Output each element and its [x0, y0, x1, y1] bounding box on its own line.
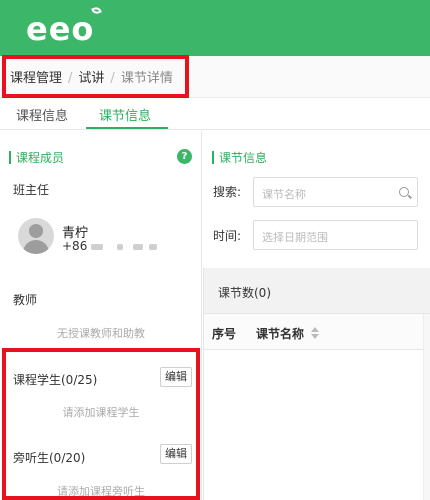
date-range-input[interactable]: 选择日期范围 — [253, 220, 418, 250]
column-index: 序号 — [212, 327, 237, 341]
top-header-bar: eeo — [0, 0, 430, 56]
students-label: 课程学生(0/25) — [13, 373, 98, 387]
search-icon[interactable] — [399, 187, 409, 197]
date-range-placeholder: 选择日期范围 — [262, 231, 328, 244]
students-empty-text: 请添加课程学生 — [62, 406, 140, 419]
auditors-empty-text: 请添加课程旁听生 — [57, 485, 145, 498]
breadcrumb-separator: / — [68, 71, 73, 86]
lesson-list: 课节数(0) 序号 课节名称 — [203, 268, 430, 500]
breadcrumb-item-lesson-detail: 课节详情 — [120, 71, 173, 86]
lesson-section-title: 课节信息 — [211, 151, 268, 165]
course-members-panel: 课程成员 ? 班主任 青柠 +86 教师 无授课教师和助教 课程学生(0/25)… — [0, 131, 202, 500]
active-tab-indicator — [86, 127, 168, 129]
teachers-label: 教师 — [13, 293, 38, 307]
tab-bar: 课程信息 课节信息 — [0, 98, 430, 130]
avatar — [18, 218, 54, 254]
search-placeholder: 课节名称 — [262, 188, 306, 201]
tab-course-info[interactable]: 课程信息 — [16, 105, 68, 124]
edit-students-button[interactable]: 编辑 — [160, 367, 192, 387]
head-teacher-phone: +86 — [62, 239, 158, 253]
divider — [6, 349, 196, 350]
eeo-logo[interactable]: eeo — [26, 5, 103, 48]
lesson-info-panel: 课节信息 搜索: 课节名称 时间: 选择日期范围 课节数(0) 序号 课节名称 — [203, 131, 430, 500]
sort-icon[interactable] — [311, 327, 319, 339]
members-section-title: 课程成员 — [8, 151, 65, 165]
lesson-count: 课节数(0) — [218, 286, 271, 300]
search-label: 搜索: — [213, 185, 242, 199]
breadcrumb-item-trial[interactable]: 试讲 — [78, 71, 104, 86]
table-header-row: 序号 课节名称 — [204, 314, 430, 350]
search-input[interactable]: 课节名称 — [253, 177, 418, 207]
head-teacher-label: 班主任 — [13, 183, 50, 197]
column-lesson-name[interactable]: 课节名称 — [256, 325, 304, 342]
time-label: 时间: — [213, 229, 242, 243]
breadcrumb-item-course-management[interactable]: 课程管理 — [10, 71, 62, 86]
edit-auditors-button[interactable]: 编辑 — [160, 444, 192, 464]
logo-text: eeo — [26, 10, 95, 48]
tab-lesson-info[interactable]: 课节信息 — [99, 105, 151, 124]
lesson-list-header: 课节数(0) — [204, 268, 430, 314]
breadcrumb-separator: / — [110, 71, 115, 86]
teachers-empty-text: 无授课教师和助教 — [57, 327, 145, 340]
auditors-label: 旁听生(0/20) — [13, 451, 86, 465]
phone-prefix: +86 — [62, 239, 88, 253]
scrollbar[interactable] — [423, 314, 430, 500]
help-icon[interactable]: ? — [177, 149, 192, 164]
breadcrumb-bar: 课程管理 / 试讲 / 课节详情 — [0, 56, 430, 98]
breadcrumb: 课程管理 / 试讲 / 课节详情 — [10, 67, 173, 86]
